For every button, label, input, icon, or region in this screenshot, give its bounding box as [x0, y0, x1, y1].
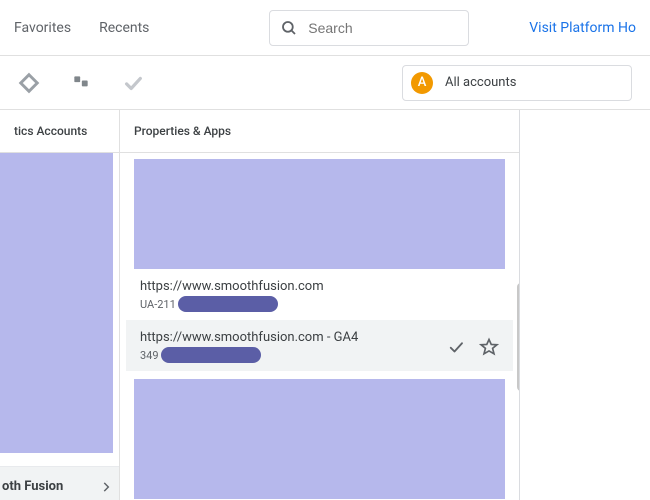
columns: tics Accounts oth Fusion Properties & Ap…: [0, 110, 650, 500]
visit-platform-link[interactable]: Visit Platform Ho: [529, 20, 636, 36]
topbar: Favorites Recents Visit Platform Ho: [0, 0, 650, 56]
property-title: https://www.smoothfusion.com - GA4: [140, 330, 358, 345]
property-title: https://www.smoothfusion.com: [140, 279, 499, 294]
checkmark-icon: [447, 338, 465, 356]
redacted-block: [0, 153, 113, 453]
account-badge-icon: A: [411, 72, 433, 94]
redacted-block: [134, 379, 505, 499]
scrollbar[interactable]: [517, 283, 519, 391]
iconbar: A All accounts: [0, 56, 650, 110]
puzzle-icon[interactable]: [70, 72, 92, 94]
accounts-column-header: tics Accounts: [0, 110, 119, 153]
property-id-prefix: UA-211: [140, 298, 176, 311]
tab-recents[interactable]: Recents: [99, 20, 149, 36]
properties-list[interactable]: https://www.smoothfusion.com UA-211 http…: [120, 153, 519, 500]
accounts-list: oth Fusion: [0, 153, 119, 500]
account-item-label: oth Fusion: [2, 479, 63, 494]
accounts-column: tics Accounts oth Fusion: [0, 110, 120, 500]
diamond-icon[interactable]: [18, 72, 40, 94]
properties-column-header: Properties & Apps: [120, 110, 519, 153]
properties-column: Properties & Apps https://www.smoothfusi…: [120, 110, 520, 500]
redacted-id: [178, 296, 278, 312]
all-accounts-selector[interactable]: A All accounts: [402, 65, 632, 101]
redacted-block: [134, 159, 505, 269]
property-id-prefix: 349: [140, 349, 159, 362]
all-accounts-label: All accounts: [445, 75, 516, 90]
property-item[interactable]: https://www.smoothfusion.com UA-211: [126, 269, 513, 320]
star-icon[interactable]: [479, 337, 499, 357]
property-item-selected[interactable]: https://www.smoothfusion.com - GA4 349: [126, 320, 513, 371]
search-input[interactable]: [306, 19, 458, 37]
tab-favorites[interactable]: Favorites: [14, 20, 71, 36]
chevron-right-icon: [99, 480, 113, 494]
top-tabs: Favorites Recents: [14, 20, 149, 36]
redacted-id: [161, 347, 261, 363]
checkmark-icon[interactable]: [122, 72, 144, 94]
search-box[interactable]: [269, 10, 469, 46]
account-item-selected[interactable]: oth Fusion: [0, 466, 119, 500]
search-icon: [280, 19, 298, 37]
